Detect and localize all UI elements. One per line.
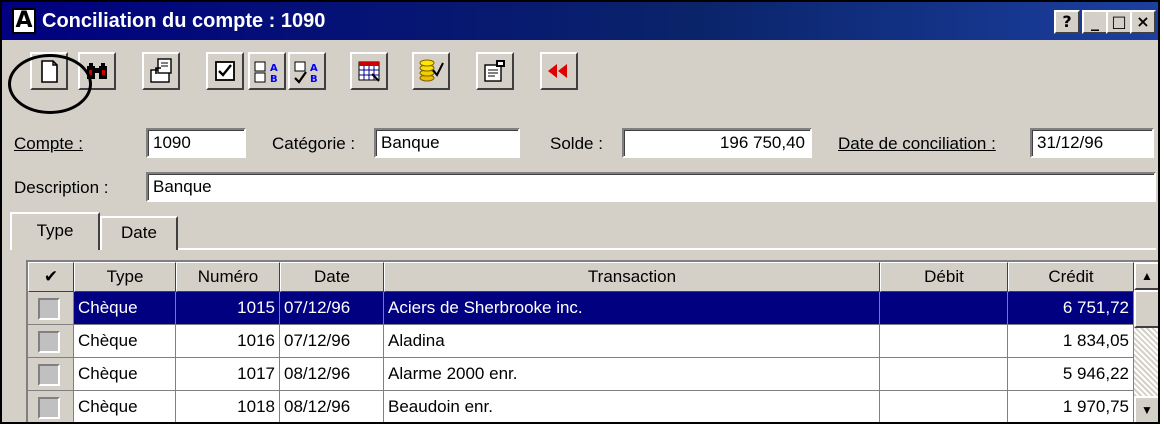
cell-type: Chèque xyxy=(74,358,176,391)
categorie-field[interactable]: Banque xyxy=(374,128,520,158)
header-numero[interactable]: Numéro xyxy=(176,262,280,292)
cell-numero: 1017 xyxy=(176,358,280,391)
cell-date: 07/12/96 xyxy=(280,325,384,358)
check-button[interactable] xyxy=(206,52,244,90)
svg-text:B: B xyxy=(270,74,278,85)
cell-credit: 5 946,22 xyxy=(1008,358,1134,391)
description-label: Description : xyxy=(14,178,109,197)
highlight-circle xyxy=(8,54,92,114)
properties-icon xyxy=(484,60,505,82)
scroll-thumb[interactable] xyxy=(1134,290,1158,328)
categorie-label: Catégorie : xyxy=(272,134,356,153)
solde-label: Solde : xyxy=(550,134,603,153)
cell-credit: 1 970,75 xyxy=(1008,391,1134,422)
calendar-grid-icon xyxy=(358,61,380,82)
row-checkbox[interactable] xyxy=(38,397,60,419)
cell-numero: 1016 xyxy=(176,325,280,358)
header-date[interactable]: Date xyxy=(280,262,384,292)
cell-date: 08/12/96 xyxy=(280,391,384,422)
sort-button[interactable]: AB xyxy=(248,52,286,90)
svg-text:A: A xyxy=(310,63,318,74)
reconcile-button[interactable] xyxy=(412,52,450,90)
header-debit[interactable]: Débit xyxy=(880,262,1008,292)
cell-transaction: Alarme 2000 enr. xyxy=(384,358,880,391)
checkbox-icon xyxy=(215,61,235,81)
row-checkbox[interactable] xyxy=(38,298,60,320)
cell-date: 07/12/96 xyxy=(280,292,384,325)
row-checkbox[interactable] xyxy=(38,331,60,353)
cell-debit xyxy=(880,391,1008,422)
header-credit[interactable]: Crédit xyxy=(1008,262,1134,292)
cell-transaction: Beaudoin enr. xyxy=(384,391,880,422)
tab-date[interactable]: Date xyxy=(100,216,178,250)
cell-debit xyxy=(880,325,1008,358)
sort-checked-button[interactable]: AB xyxy=(288,52,326,90)
export-button[interactable] xyxy=(142,52,180,90)
maximize-button[interactable]: □ xyxy=(1106,10,1132,34)
coins-check-icon xyxy=(419,59,444,82)
row-checkbox-cell[interactable] xyxy=(28,292,74,325)
table-row[interactable]: Chèque 1018 08/12/96 Beaudoin enr. 1 970… xyxy=(28,391,1134,422)
table-row[interactable]: Chèque 1017 08/12/96 Alarme 2000 enr. 5 … xyxy=(28,358,1134,391)
cell-transaction: Aladina xyxy=(384,325,880,358)
calendar-button[interactable] xyxy=(350,52,388,90)
export-icon xyxy=(150,58,172,83)
row-checkbox-cell[interactable] xyxy=(28,358,74,391)
app-icon: A xyxy=(12,8,36,34)
compte-field[interactable]: 1090 xyxy=(146,128,246,158)
cell-credit: 6 751,72 xyxy=(1008,292,1134,325)
row-checkbox[interactable] xyxy=(38,364,60,386)
cell-type: Chèque xyxy=(74,292,176,325)
scroll-up-button[interactable]: ▲ xyxy=(1134,262,1158,290)
svg-text:A: A xyxy=(270,63,278,74)
date-conciliation-label: Date de conciliation : xyxy=(838,134,996,153)
scroll-down-button[interactable]: ▼ xyxy=(1134,396,1158,422)
header-type[interactable]: Type xyxy=(74,262,176,292)
title-bar[interactable]: A Conciliation du compte : 1090 ? _ □ × xyxy=(2,2,1158,40)
rewind-icon xyxy=(548,64,567,78)
reconciliation-window: A Conciliation du compte : 1090 ? _ □ × … xyxy=(0,0,1160,424)
cell-debit xyxy=(880,358,1008,391)
date-conciliation-field[interactable]: 31/12/96 xyxy=(1030,128,1154,158)
sort-ab-icon: AB xyxy=(254,61,278,85)
toolbar: AB AB xyxy=(2,42,1158,118)
cell-numero: 1018 xyxy=(176,391,280,422)
svg-text:B: B xyxy=(310,74,318,85)
transactions-table: ✔ Type Numéro Date Transaction Débit Cré… xyxy=(26,260,1158,422)
properties-button[interactable] xyxy=(476,52,514,90)
tab-type[interactable]: Type xyxy=(10,212,100,250)
table-row[interactable]: Chèque 1016 07/12/96 Aladina 1 834,05 xyxy=(28,325,1134,358)
solde-field[interactable]: 196 750,40 xyxy=(622,128,812,158)
window-title: Conciliation du compte : 1090 xyxy=(42,10,326,32)
rewind-button[interactable] xyxy=(540,52,578,90)
compte-label: Compte : xyxy=(14,134,83,153)
cell-type: Chèque xyxy=(74,325,176,358)
row-checkbox-cell[interactable] xyxy=(28,325,74,358)
header-check[interactable]: ✔ xyxy=(28,262,74,292)
table-row[interactable]: Chèque 1015 07/12/96 Aciers de Sherbrook… xyxy=(28,292,1134,325)
header-transaction[interactable]: Transaction xyxy=(384,262,880,292)
cell-debit xyxy=(880,292,1008,325)
arrow-down-icon: ▼ xyxy=(1141,403,1153,417)
description-field[interactable]: Banque xyxy=(146,172,1156,202)
row-checkbox-cell[interactable] xyxy=(28,391,74,422)
close-button[interactable]: × xyxy=(1130,10,1156,34)
arrow-up-icon: ▲ xyxy=(1141,269,1153,283)
help-button[interactable]: ? xyxy=(1054,10,1080,34)
cell-date: 08/12/96 xyxy=(280,358,384,391)
cell-numero: 1015 xyxy=(176,292,280,325)
minimize-button[interactable]: _ xyxy=(1082,10,1108,34)
cell-transaction: Aciers de Sherbrooke inc. xyxy=(384,292,880,325)
vertical-scrollbar[interactable]: ▲ ▼ xyxy=(1134,262,1158,422)
cell-type: Chèque xyxy=(74,391,176,422)
cell-credit: 1 834,05 xyxy=(1008,325,1134,358)
sort-ab-checked-icon: AB xyxy=(294,61,318,85)
